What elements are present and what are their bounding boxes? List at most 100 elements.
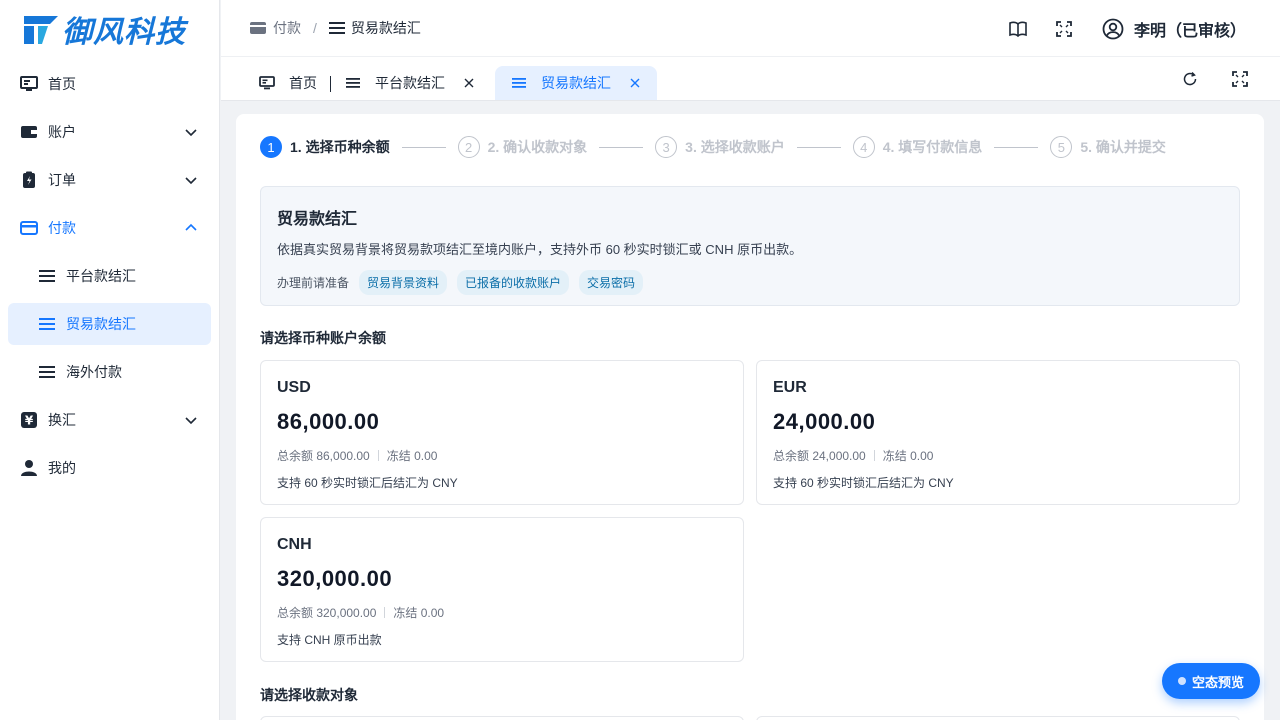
card-frozen: 冻结 0.00: [386, 449, 438, 463]
intro-panel: 贸易款结汇 依据真实贸易背景将贸易款项结汇至境内账户，支持外币 60 秒实时锁汇…: [260, 186, 1240, 306]
close-icon[interactable]: [629, 77, 641, 89]
card-meta: 总余额 24,000.00 冻结 0.00: [773, 447, 1223, 464]
main-content: 1 1. 选择币种余额 2 2. 确认收款对象 3 3. 选择收款账户 4 4.…: [236, 114, 1264, 720]
step-number: 3: [655, 136, 678, 158]
step-2: 2 2. 确认收款对象: [457, 136, 587, 158]
card-currency: CNH: [277, 536, 312, 553]
balance-section-title: 请选择币种账户余额: [260, 330, 386, 346]
tab-fullscreen-button[interactable]: [1230, 69, 1250, 89]
tab-home[interactable]: 首页: [251, 66, 331, 100]
step-connector: [994, 146, 1039, 148]
card-total: 总余额 86,000.00: [277, 449, 370, 463]
step-label: 5. 确认并提交: [1080, 139, 1166, 155]
step-number: 5: [1050, 136, 1073, 158]
sidebar-item-label: 付款: [48, 220, 76, 236]
payee-card[interactable]: [260, 716, 744, 720]
page-tabs: 首页 平台款结汇 贸易款结汇: [251, 56, 657, 100]
fullscreen-button[interactable]: [1054, 19, 1074, 39]
step-number: 4: [852, 136, 875, 158]
exchange-icon: ¥: [20, 411, 38, 429]
user-icon: [20, 459, 38, 477]
user-menu[interactable]: 李明（已审核）: [1102, 17, 1246, 41]
brand-logo[interactable]: 御风科技: [0, 0, 219, 57]
sidebar: 御风科技 首页 账户 订单 付款 平台款结汇 贸易款结汇 海外付款 ¥ 换汇 我…: [0, 0, 220, 720]
empty-state-preview-button[interactable]: 空态预览: [1162, 663, 1260, 699]
step-label: 4. 填写付款信息: [882, 139, 983, 155]
sidebar-item-label: 我的: [48, 460, 76, 476]
list-icon: [346, 78, 360, 88]
step-number: 1: [260, 136, 282, 158]
intro-title: 贸易款结汇: [277, 211, 358, 228]
prep-list: 办理前请准备 贸易背景资料 已报备的收款账户 交易密码: [277, 270, 1223, 295]
card-note: 支持 60 秒实时锁汇后结汇为 CNY: [773, 476, 954, 490]
balance-card-eur[interactable]: EUR 24,000.00 总余额 24,000.00 冻结 0.00 支持 6…: [756, 360, 1240, 505]
order-icon: [20, 171, 38, 189]
dashboard-icon: [259, 76, 275, 90]
breadcrumb-current: 贸易款结汇: [328, 18, 421, 38]
sidebar-item-overseas-payment[interactable]: 海外付款: [8, 351, 211, 393]
chevron-down-icon: [185, 417, 197, 425]
step-connector: [796, 146, 841, 148]
top-header: 付款 / 贸易款结汇 李明（已审核）: [221, 0, 1280, 57]
prep-chip: 贸易背景资料: [359, 270, 448, 295]
sidebar-item-exchange[interactable]: ¥ 换汇: [8, 399, 211, 441]
payee-card[interactable]: [756, 716, 1240, 720]
list-icon: [38, 363, 56, 381]
sidebar-item-trade-settlement[interactable]: 贸易款结汇: [8, 303, 211, 345]
sidebar-item-payment[interactable]: 付款: [8, 207, 211, 249]
step-label: 3. 选择收款账户: [685, 139, 785, 155]
sidebar-item-orders[interactable]: 订单: [8, 159, 211, 201]
docs-button[interactable]: [1008, 19, 1028, 39]
tab-platform-settlement[interactable]: 平台款结汇: [337, 66, 483, 100]
card-total: 总余额 320,000.00: [277, 606, 377, 620]
step-5: 5 5. 确认并提交: [1050, 136, 1166, 158]
card-amount: 86,000.00: [277, 409, 380, 434]
payee-section-title: 请选择收款对象: [260, 687, 358, 703]
card-currency: USD: [277, 379, 311, 396]
fullscreen-icon: [1056, 20, 1072, 37]
card-currency: EUR: [773, 379, 807, 396]
prep-chip: 已报备的收款账户: [457, 270, 570, 295]
list-icon: [38, 267, 56, 285]
prep-label: 办理前请准备: [277, 276, 350, 290]
balance-card-usd[interactable]: USD 86,000.00 总余额 86,000.00 冻结 0.00 支持 6…: [260, 360, 744, 505]
tab-trade-settlement[interactable]: 贸易款结汇: [495, 66, 657, 100]
card-note: 支持 CNH 原币出款: [277, 633, 382, 647]
sidebar-item-home[interactable]: 首页: [8, 63, 211, 105]
sidebar-item-label: 贸易款结汇: [66, 316, 136, 332]
step-connector: [401, 146, 446, 148]
step-number: 2: [457, 136, 480, 158]
list-icon: [512, 78, 526, 88]
intro-description: 依据真实贸易背景将贸易款项结汇至境内账户，支持外币 60 秒实时锁汇或 CNH …: [277, 242, 803, 257]
card-frozen: 冻结 0.00: [393, 606, 445, 620]
close-icon[interactable]: [463, 77, 475, 89]
breadcrumb: 付款 / 贸易款结汇: [221, 18, 421, 38]
sidebar-item-mine[interactable]: 我的: [8, 447, 211, 489]
svg-text:¥: ¥: [25, 414, 34, 428]
sidebar-item-label: 平台款结汇: [66, 268, 136, 284]
list-icon: [38, 315, 56, 333]
refresh-button[interactable]: [1180, 69, 1200, 89]
avatar-icon: [1102, 18, 1124, 39]
brand-logo-icon: [24, 15, 58, 44]
sidebar-item-label: 账户: [48, 124, 76, 140]
step-label: 1. 选择币种余额: [290, 139, 390, 155]
user-name: 李明（已审核）: [1133, 22, 1246, 40]
card-icon: [250, 22, 266, 34]
balance-card-cnh[interactable]: CNH 320,000.00 总余额 320,000.00 冻结 0.00 支持…: [260, 517, 744, 662]
fullscreen-icon: [1232, 71, 1248, 87]
step-3: 3 3. 选择收款账户: [655, 136, 785, 158]
divider: [377, 450, 379, 461]
divider: [384, 607, 386, 618]
sidebar-item-label: 订单: [48, 172, 76, 188]
list-icon: [328, 22, 345, 34]
brand-name: 御风科技: [62, 15, 186, 49]
header-actions: 李明（已审核）: [982, 0, 1246, 57]
card-amount: 320,000.00: [277, 566, 393, 591]
sidebar-item-account[interactable]: 账户: [8, 111, 211, 153]
wallet-icon: [20, 123, 38, 141]
card-note: 支持 60 秒实时锁汇后结汇为 CNY: [277, 476, 458, 490]
breadcrumb-parent[interactable]: 付款: [249, 18, 301, 38]
step-1: 1 1. 选择币种余额: [260, 136, 390, 158]
sidebar-item-platform-settlement[interactable]: 平台款结汇: [8, 255, 211, 297]
